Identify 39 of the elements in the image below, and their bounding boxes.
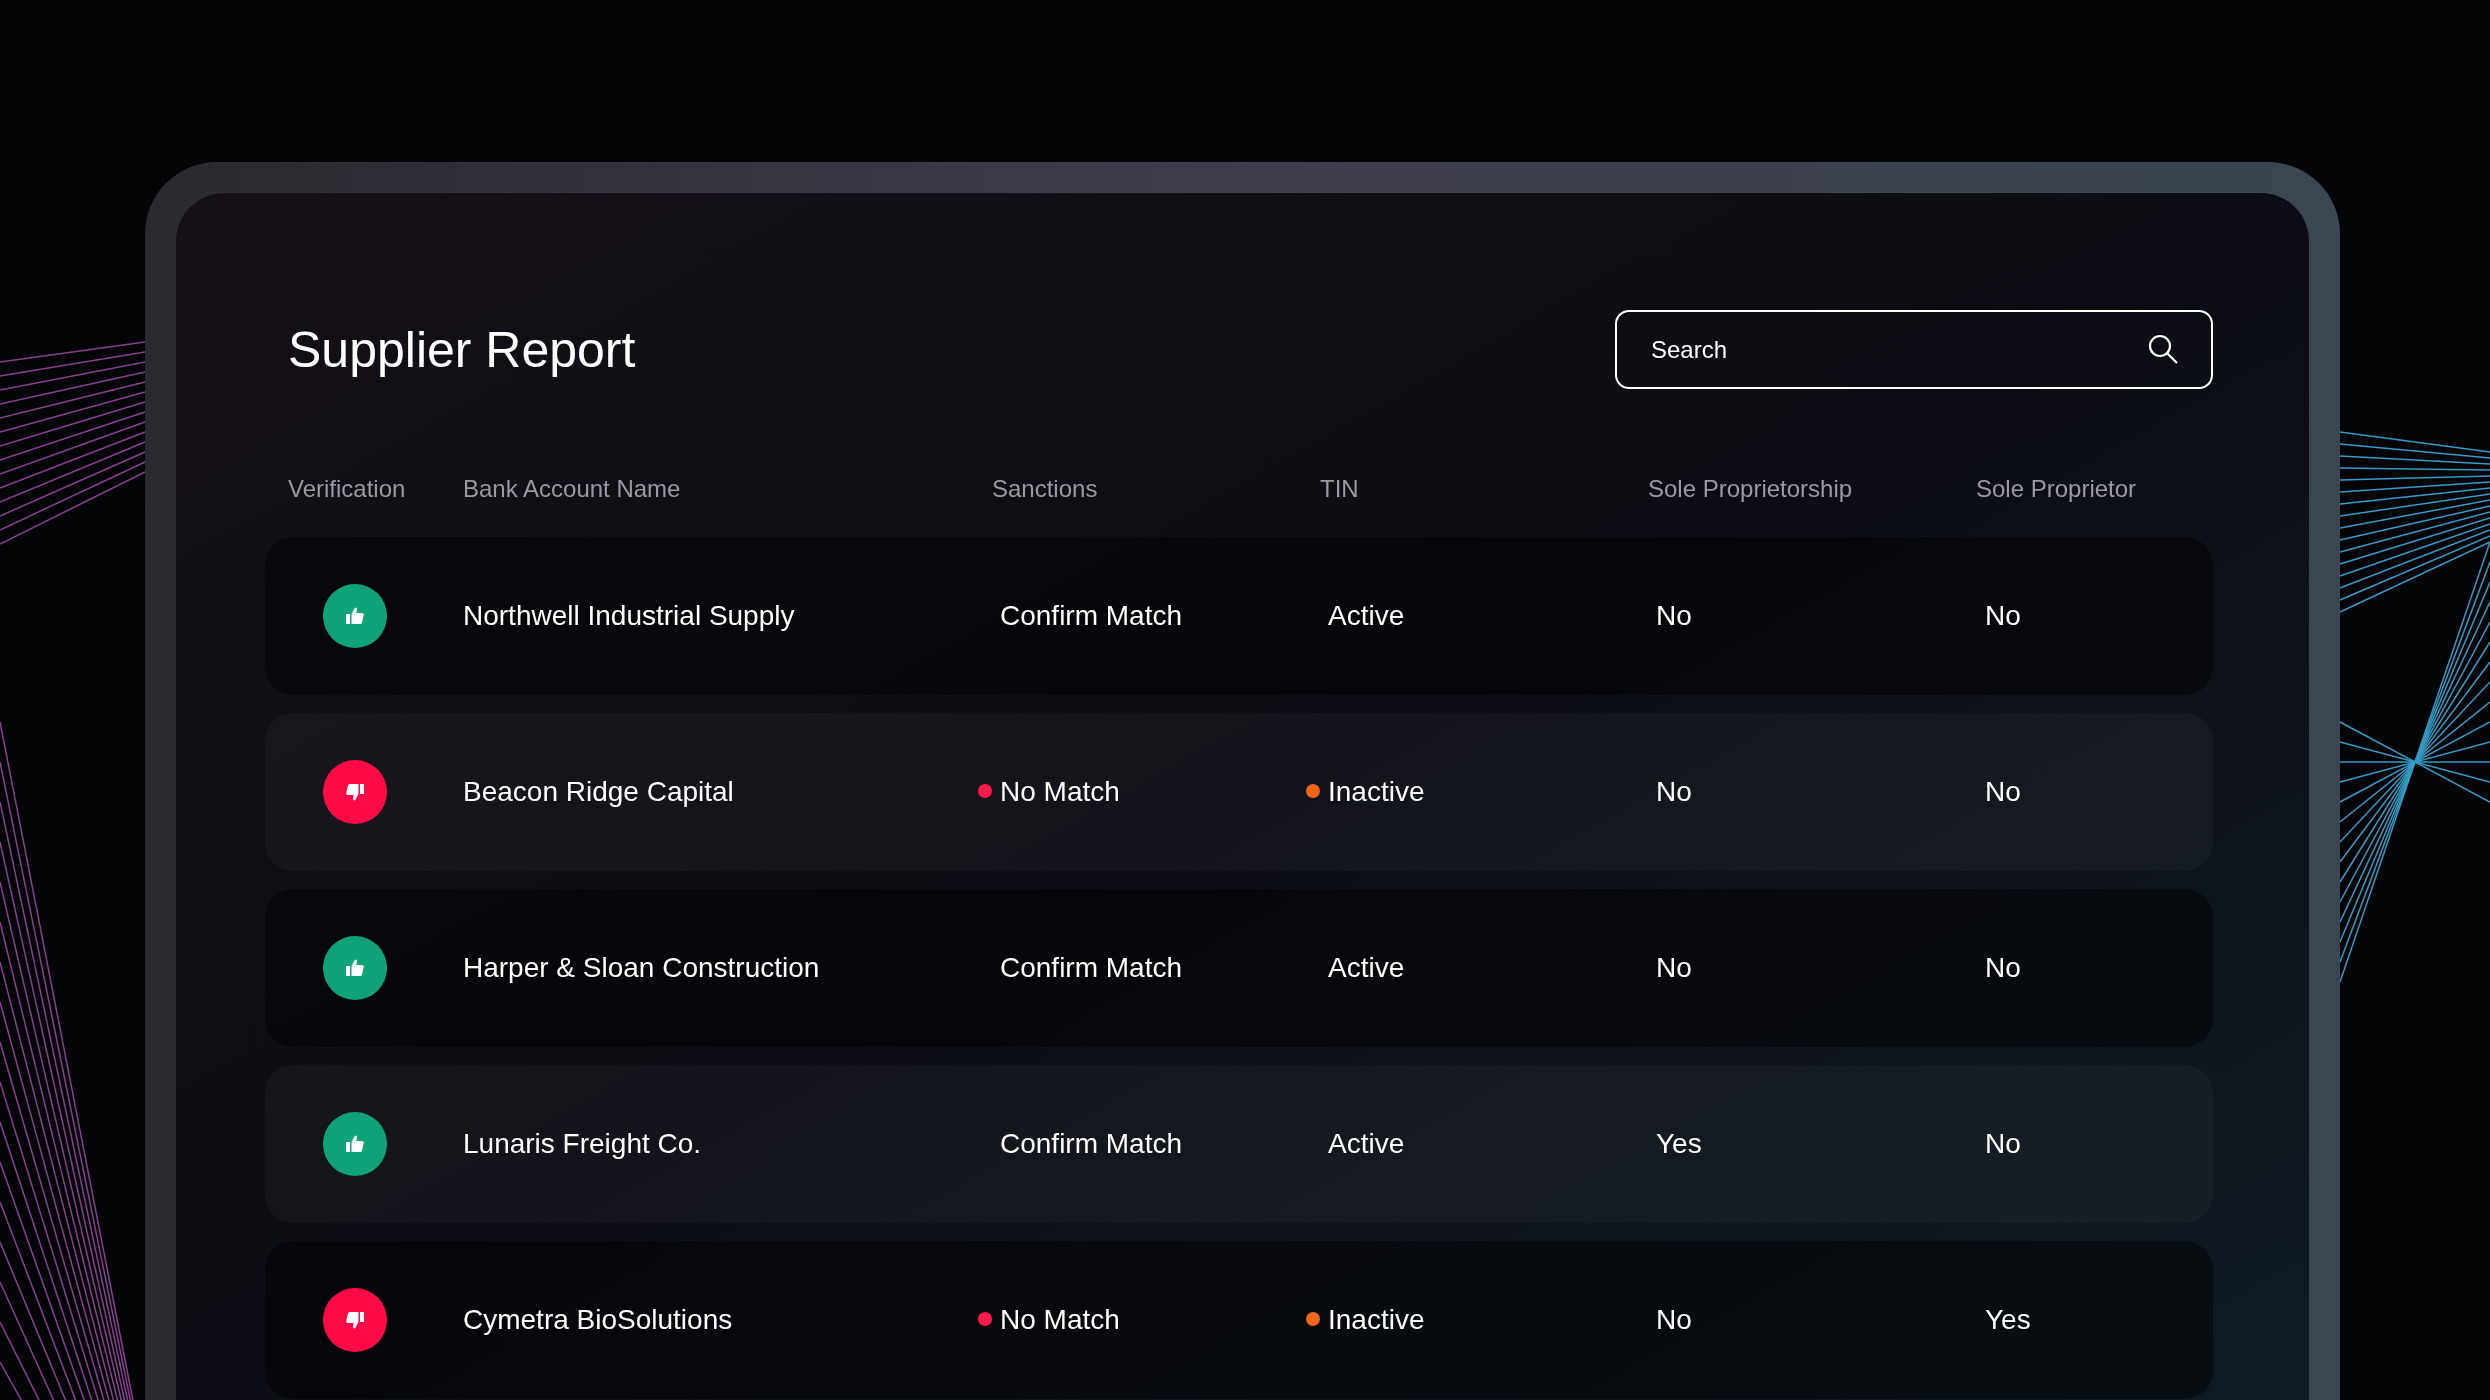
column-header: Sole Proprietorship xyxy=(1648,474,1853,504)
search-field[interactable]: Search xyxy=(1615,310,2213,389)
table-cell: No xyxy=(1985,775,2021,807)
table-row[interactable]: Lunaris Freight Co. Confirm Match Active Yes No xyxy=(265,1065,2213,1223)
table-cell: Lunaris Freight Co. xyxy=(463,1127,702,1159)
table-cell: No xyxy=(1985,1127,2021,1159)
column-header: TIN xyxy=(1320,474,1359,504)
table-cell: Active xyxy=(1328,951,1405,983)
table-cell: Yes xyxy=(1656,1127,1702,1159)
table-cell: Cymetra BioSolutions xyxy=(463,1303,733,1335)
table-cell: No Match xyxy=(1000,1303,1120,1335)
table-cell: No xyxy=(1656,951,1692,983)
column-header: Bank Account Name xyxy=(463,474,681,504)
table-row[interactable]: Beacon Ridge Capital No Match Inactive No No xyxy=(265,713,2213,871)
table-cell: Harper & Sloan Construction xyxy=(463,951,820,983)
table-cell: Beacon Ridge Capital xyxy=(463,775,734,807)
table-row[interactable]: Northwell Industrial Supply Confirm Match Active No No xyxy=(265,537,2213,695)
table-cell: No xyxy=(1656,599,1692,631)
table-cell: No xyxy=(1656,1303,1692,1335)
table-row[interactable]: Harper & Sloan Construction Confirm Match Active No No xyxy=(265,889,2213,1047)
column-header: Sanctions xyxy=(992,474,1098,504)
search-icon xyxy=(2147,333,2179,365)
table-cell: No xyxy=(1985,951,2021,983)
column-header: Sole Proprietor xyxy=(1976,474,2137,504)
table-cell: No xyxy=(1656,775,1692,807)
table-cell: Inactive xyxy=(1328,1303,1425,1335)
table-cell: Active xyxy=(1328,599,1405,631)
table-cell: Northwell Industrial Supply xyxy=(463,599,795,631)
table-cell: No Match xyxy=(1000,775,1120,807)
table-cell: Yes xyxy=(1985,1303,2031,1335)
table-cell: Inactive xyxy=(1328,775,1425,807)
table-cell: No xyxy=(1985,599,2021,631)
table-row[interactable]: Cymetra BioSolutions No Match Inactive No Yes xyxy=(265,1241,2213,1399)
table-cell: Confirm Match xyxy=(1000,1127,1183,1159)
column-header: Verification xyxy=(288,474,406,504)
table-cell: Active xyxy=(1328,1127,1405,1159)
table-cell: Confirm Match xyxy=(1000,599,1183,631)
table-cell: Confirm Match xyxy=(1000,951,1183,983)
page-title: Supplier Report xyxy=(287,324,636,375)
